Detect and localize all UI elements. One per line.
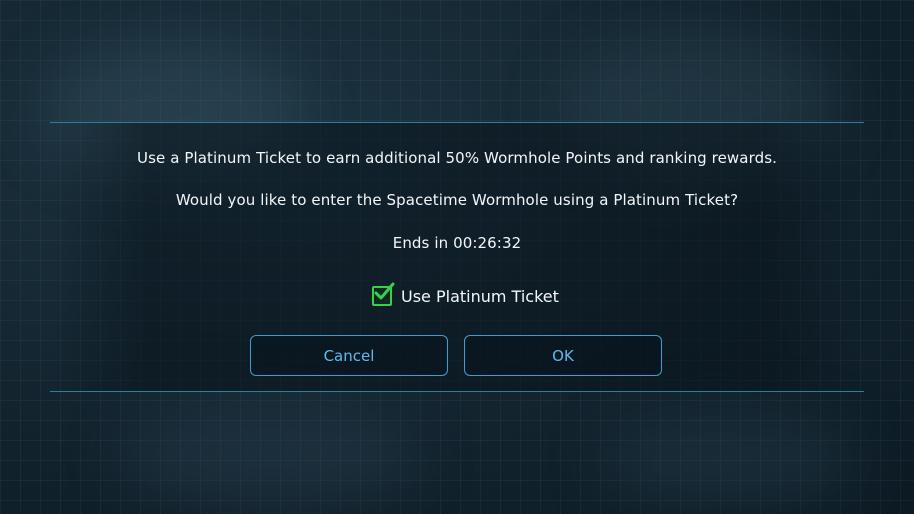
check-icon bbox=[374, 282, 395, 300]
checkbox[interactable] bbox=[372, 282, 395, 306]
ok-button[interactable]: OK bbox=[464, 335, 662, 376]
dialog-message-question: Would you like to enter the Spacetime Wo… bbox=[175, 191, 739, 209]
checkbox-label: Use Platinum Ticket bbox=[401, 286, 559, 306]
background-blur bbox=[120, 400, 420, 510]
use-platinum-ticket-toggle[interactable]: Use Platinum Ticket bbox=[372, 282, 559, 307]
background-blur bbox=[600, 410, 860, 510]
dialog-top-divider bbox=[50, 122, 864, 123]
dialog-message-reward: Use a Platinum Ticket to earn additional… bbox=[137, 149, 777, 167]
wormhole-ticket-dialog: Use a Platinum Ticket to earn additional… bbox=[50, 122, 864, 392]
cancel-button[interactable]: Cancel bbox=[250, 335, 448, 376]
dialog-bottom-divider bbox=[50, 391, 864, 392]
event-timer: Ends in 00:26:32 bbox=[392, 234, 522, 252]
